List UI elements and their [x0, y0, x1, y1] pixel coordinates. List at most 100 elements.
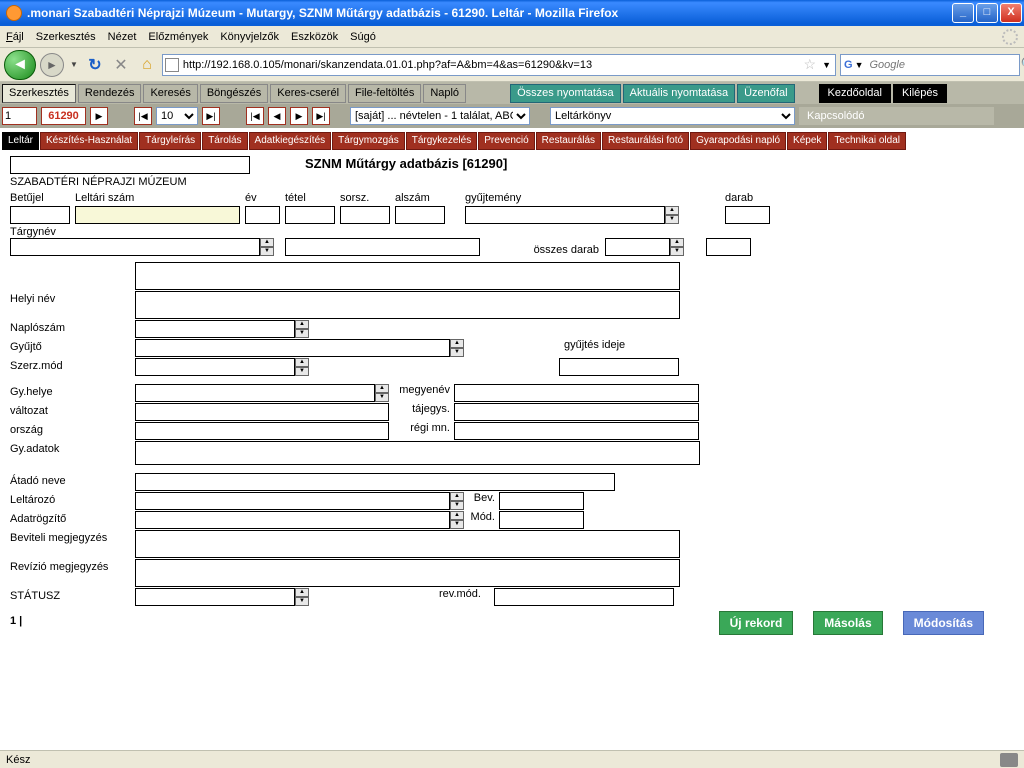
tab-technikai[interactable]: Technikai oldal: [828, 132, 906, 150]
tab-gyarapodasi[interactable]: Gyarapodási napló: [690, 132, 786, 150]
btn-rendezes[interactable]: Rendezés: [78, 84, 142, 103]
menu-file[interactable]: Fájl: [6, 31, 24, 43]
beviteli-input[interactable]: [135, 530, 680, 558]
copy-button[interactable]: Másolás: [813, 611, 882, 635]
targynev-spinner[interactable]: ▲▼: [260, 238, 274, 256]
btn-filefeltoltes[interactable]: File-feltöltés: [348, 84, 421, 103]
search-box[interactable]: G ▼ 🔍: [840, 54, 1020, 76]
naploszam-spinner[interactable]: ▲▼: [295, 320, 309, 338]
tab-targymozgas[interactable]: Tárgymozgás: [332, 132, 405, 150]
sorsz-input[interactable]: [340, 206, 390, 224]
search-engine-dropdown[interactable]: ▼: [853, 60, 866, 70]
darab-input[interactable]: [725, 206, 770, 224]
regimn-input[interactable]: [454, 422, 699, 440]
modify-button[interactable]: Módosítás: [903, 611, 984, 635]
last-button[interactable]: ▶|: [312, 107, 330, 125]
museum-input[interactable]: [10, 156, 250, 174]
gyhelye-input[interactable]: [135, 384, 375, 402]
bev-input[interactable]: [499, 492, 584, 510]
btn-kezdooldal[interactable]: Kezdőoldal: [819, 84, 891, 103]
leltarozo-spinner[interactable]: ▲▼: [450, 492, 464, 510]
close-button[interactable]: X: [1000, 3, 1022, 23]
position-input[interactable]: [2, 107, 37, 125]
menu-edit[interactable]: Szerkesztés: [36, 31, 96, 43]
tab-targyleiras[interactable]: Tárgyleírás: [139, 132, 201, 150]
first-page-button[interactable]: |◀: [134, 107, 152, 125]
forward-button[interactable]: ►: [40, 53, 64, 77]
url-input[interactable]: [179, 59, 800, 71]
btn-bongeszes[interactable]: Böngészés: [200, 84, 268, 103]
targynev-input[interactable]: [10, 238, 260, 256]
btn-print-current[interactable]: Aktuális nyomtatása: [623, 84, 735, 103]
alszam-input[interactable]: [395, 206, 445, 224]
tab-restauralas[interactable]: Restaurálás: [536, 132, 601, 150]
naploszam-input[interactable]: [135, 320, 295, 338]
valtozat-input[interactable]: [135, 403, 389, 421]
gyhelye-spinner[interactable]: ▲▼: [375, 384, 389, 402]
btn-szerkesztes[interactable]: Szerkesztés: [2, 84, 76, 103]
record-number[interactable]: [41, 107, 86, 125]
leltarozo-input[interactable]: [135, 492, 450, 510]
minimize-button[interactable]: _: [952, 3, 974, 23]
search-icon[interactable]: 🔍: [1016, 56, 1024, 73]
back-button[interactable]: ◄: [4, 50, 36, 80]
menu-history[interactable]: Előzmények: [148, 31, 208, 43]
mod-input[interactable]: [499, 511, 584, 529]
bookmark-star-icon[interactable]: ☆: [800, 56, 821, 73]
gyujto-input[interactable]: [135, 339, 450, 357]
btn-kereses[interactable]: Keresés: [143, 84, 197, 103]
gyujtemeny-spinner[interactable]: ▲▼: [665, 206, 679, 224]
menu-help[interactable]: Súgó: [350, 31, 376, 43]
filter-select[interactable]: [saját] ... névtelen - 1 találat, ABC a: [350, 107, 530, 125]
gyujtemeny-input[interactable]: [465, 206, 665, 224]
helyi-input[interactable]: [135, 291, 680, 319]
btn-print-all[interactable]: Összes nyomtatása: [510, 84, 621, 103]
menu-bookmarks[interactable]: Könyvjelzők: [220, 31, 279, 43]
revmod-input[interactable]: [494, 588, 674, 606]
tetel-input[interactable]: [285, 206, 335, 224]
tab-keszites[interactable]: Készítés-Használat: [40, 132, 138, 150]
stop-button[interactable]: ✕: [110, 54, 132, 76]
prev-button[interactable]: ◀: [268, 107, 286, 125]
btn-uzenofal[interactable]: Üzenőfal: [737, 84, 794, 103]
reload-button[interactable]: ↻: [84, 54, 106, 76]
tab-targykezeles[interactable]: Tárgykezelés: [406, 132, 477, 150]
orszag-input[interactable]: [135, 422, 389, 440]
next-record-button[interactable]: ▶: [90, 107, 108, 125]
betujel-input[interactable]: [10, 206, 70, 224]
ev-input[interactable]: [245, 206, 280, 224]
leltariszam-input[interactable]: [75, 206, 240, 224]
related-button[interactable]: Kapcsolódó: [799, 107, 994, 125]
menu-view[interactable]: Nézet: [108, 31, 137, 43]
search-input[interactable]: [865, 59, 1016, 71]
gyujtesideje-input[interactable]: [559, 358, 679, 376]
last-page-button[interactable]: ▶|: [202, 107, 220, 125]
tab-restfoto[interactable]: Restaurálási fotó: [602, 132, 689, 150]
osszes-input[interactable]: [605, 238, 670, 256]
maximize-button[interactable]: □: [976, 3, 998, 23]
menu-tools[interactable]: Eszközök: [291, 31, 338, 43]
revizio-input[interactable]: [135, 559, 680, 587]
gyujto-spinner[interactable]: ▲▼: [450, 339, 464, 357]
szerzmod-spinner[interactable]: ▲▼: [295, 358, 309, 376]
megyenev-input[interactable]: [454, 384, 699, 402]
osszes-spinner[interactable]: ▲▼: [670, 238, 684, 256]
home-button[interactable]: ⌂: [136, 54, 158, 76]
tajegys-input[interactable]: [454, 403, 699, 421]
osszes-input2[interactable]: [706, 238, 751, 256]
first-button[interactable]: |◀: [246, 107, 264, 125]
adatrogzito-spinner[interactable]: ▲▼: [450, 511, 464, 529]
next-button[interactable]: ▶: [290, 107, 308, 125]
per-page-select[interactable]: 10: [156, 107, 198, 125]
btn-kerescserel[interactable]: Keres-cserél: [270, 84, 346, 103]
history-dropdown[interactable]: ▼: [68, 60, 80, 69]
url-dropdown[interactable]: ▼: [820, 60, 833, 70]
btn-naplo[interactable]: Napló: [423, 84, 466, 103]
gyadatok-input[interactable]: [135, 441, 700, 465]
tab-leltar[interactable]: Leltár: [2, 132, 39, 150]
tab-prevencio[interactable]: Prevenció: [478, 132, 534, 150]
btn-kilepes[interactable]: Kilépés: [893, 84, 947, 103]
url-bar[interactable]: ☆ ▼: [162, 54, 836, 76]
atado-input[interactable]: [135, 473, 615, 491]
adatrogzito-input[interactable]: [135, 511, 450, 529]
